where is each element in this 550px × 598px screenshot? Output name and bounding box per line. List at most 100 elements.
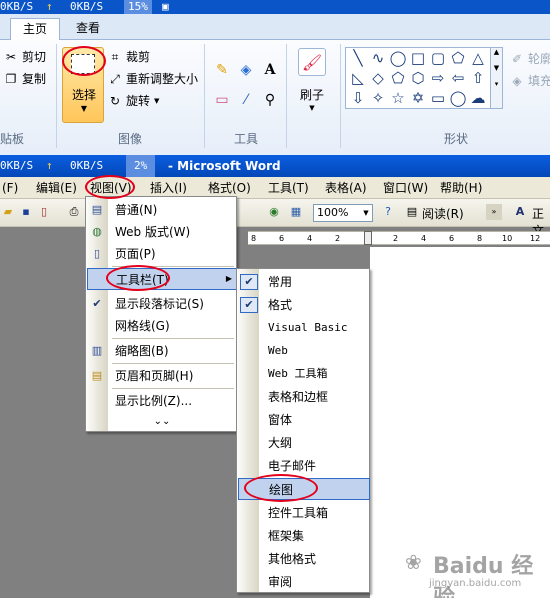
resize-button[interactable]: ⤢ 重新调整大小 bbox=[108, 70, 198, 87]
save-icon[interactable]: ▪ bbox=[18, 204, 34, 220]
submenu-item-control-toolbox[interactable]: 控件工具箱 bbox=[238, 502, 370, 524]
menu-format[interactable]: 格式(O) bbox=[206, 180, 253, 196]
fill-button[interactable]: ◈ 填充 bbox=[510, 72, 550, 89]
ruler-tick: 4 bbox=[421, 234, 427, 243]
down-arrow-shape-icon[interactable]: ⇩ bbox=[348, 88, 368, 108]
document-page[interactable] bbox=[370, 247, 550, 598]
text-tool-icon[interactable]: A bbox=[260, 60, 280, 80]
submenu-item-reviewing[interactable]: 审阅 bbox=[238, 571, 370, 593]
line-shape-icon[interactable]: ╲ bbox=[348, 48, 368, 68]
five-point-star-shape-icon[interactable]: ☆ bbox=[388, 88, 408, 108]
submenu-item-web[interactable]: Web bbox=[238, 340, 370, 362]
oval-shape-icon[interactable]: ◯ bbox=[388, 48, 408, 68]
six-point-star-shape-icon[interactable]: ✡ bbox=[408, 88, 428, 108]
submenu-item-other-formatting[interactable]: 其他格式 bbox=[238, 548, 370, 570]
rectangle-shape-icon[interactable]: □ bbox=[408, 48, 428, 68]
left-arrow-shape-icon[interactable]: ⇦ bbox=[448, 68, 468, 88]
submenu-item-visual-basic[interactable]: Visual Basic bbox=[238, 317, 370, 339]
polygon-shape-icon[interactable]: ⬠ bbox=[448, 48, 468, 68]
menu-item-show-paragraph-marks[interactable]: ✔ 显示段落标记(S) bbox=[87, 293, 237, 315]
horizontal-ruler[interactable]: 8 6 4 2 2 4 6 8 10 12 bbox=[248, 231, 550, 245]
menu-item-gridlines[interactable]: 网格线(G) bbox=[87, 315, 237, 337]
callout-shape-icon[interactable]: ▭ bbox=[428, 88, 448, 108]
menu-table[interactable]: 表格(A) bbox=[323, 180, 369, 196]
toolbar-options-icon[interactable]: » bbox=[486, 204, 502, 220]
hyperlink-icon[interactable]: ◉ bbox=[266, 204, 282, 220]
tab-home[interactable]: 主页 bbox=[10, 18, 61, 40]
menu-item-label: 窗体 bbox=[268, 413, 293, 427]
diamond-shape-icon[interactable]: ◇ bbox=[368, 68, 388, 88]
right-arrow-shape-icon[interactable]: ⇨ bbox=[428, 68, 448, 88]
hexagon-shape-icon[interactable]: ⬡ bbox=[408, 68, 428, 88]
submenu-item-outline[interactable]: 大纲 bbox=[238, 432, 370, 454]
submenu-item-standard[interactable]: ✔ 常用 bbox=[238, 271, 370, 293]
submenu-item-forms[interactable]: 窗体 bbox=[238, 409, 370, 431]
cut-label: 剪切 bbox=[22, 50, 47, 64]
cloud-callout-shape-icon[interactable]: ☁ bbox=[468, 88, 488, 108]
menu-item-web-layout[interactable]: ◍ Web 版式(W) bbox=[87, 221, 237, 243]
ruler-tick: 8 bbox=[251, 234, 257, 243]
right-triangle-shape-icon[interactable]: ◺ bbox=[348, 68, 368, 88]
shapes-scrollbar[interactable]: ▲ ▼ ▾ bbox=[490, 48, 502, 108]
submenu-item-email[interactable]: 电子邮件 bbox=[238, 455, 370, 477]
rotate-icon: ↻ bbox=[109, 93, 121, 108]
styles-icon[interactable]: A bbox=[512, 204, 528, 220]
eraser-icon[interactable]: ▭ bbox=[212, 90, 232, 110]
menu-item-toolbars[interactable]: 工具栏(T) ▶ bbox=[87, 268, 237, 290]
copy-button[interactable]: ❐ 复制 bbox=[4, 70, 46, 87]
table-icon[interactable]: ▦ bbox=[288, 204, 304, 220]
open-folder-icon[interactable]: ▰ bbox=[0, 204, 16, 220]
menu-file[interactable]: (F) bbox=[0, 180, 20, 196]
four-point-star-shape-icon[interactable]: ✧ bbox=[368, 88, 388, 108]
oval-callout-shape-icon[interactable]: ◯ bbox=[448, 88, 468, 108]
pentagon-shape-icon[interactable]: ⬠ bbox=[388, 68, 408, 88]
menu-item-label: 其他格式 bbox=[268, 552, 317, 566]
rotate-button[interactable]: ↻ 旋转 ▼ bbox=[108, 92, 159, 109]
crop-button[interactable]: ⌗ 裁剪 bbox=[108, 48, 150, 65]
submenu-item-frames[interactable]: 框架集 bbox=[238, 525, 370, 547]
magnifier-icon[interactable]: ⚲ bbox=[260, 90, 280, 110]
menu-item-page-layout[interactable]: ▯ 页面(P) bbox=[87, 243, 237, 265]
submenu-item-formatting[interactable]: ✔ 格式 bbox=[238, 294, 370, 316]
select-button[interactable]: 选择 ▼ bbox=[62, 47, 104, 123]
shapes-gallery[interactable]: ╲ ∿ ◯ □ ▢ ⬠ △ ◺ ◇ ⬠ ⬡ ⇨ ⇦ ⇧ ⇩ ✧ ☆ ✡ ▭ ◯ … bbox=[345, 47, 503, 109]
read-button[interactable]: 阅读(R) bbox=[422, 205, 464, 222]
menu-view[interactable]: 视图(V) bbox=[88, 180, 134, 196]
outline-button[interactable]: ✐ 轮廓 bbox=[510, 50, 550, 67]
zoom-dropdown[interactable]: 100% ▼ bbox=[313, 204, 373, 222]
menu-item-label: Web 工具箱 bbox=[268, 367, 328, 380]
fill-bucket-icon[interactable]: ◈ bbox=[236, 60, 256, 80]
menu-expand[interactable]: ⌄⌄ bbox=[87, 411, 237, 433]
triangle-shape-icon[interactable]: △ bbox=[468, 48, 488, 68]
menu-insert[interactable]: 插入(I) bbox=[148, 180, 189, 196]
paint-ribbon: ✂ 剪切 ❐ 复制 贴板 选择 ▼ ⌗ 裁剪 ⤢ 重新调整大小 ↻ 旋转 ▼ 图… bbox=[0, 40, 550, 155]
permission-icon[interactable]: ▯ bbox=[36, 204, 52, 220]
curve-shape-icon[interactable]: ∿ bbox=[368, 48, 388, 68]
menu-edit[interactable]: 编辑(E) bbox=[34, 180, 79, 196]
submenu-item-drawing[interactable]: 绘图 bbox=[238, 478, 370, 500]
menu-help[interactable]: 帮助(H) bbox=[438, 180, 484, 196]
print-icon[interactable]: ⎙ bbox=[66, 204, 82, 220]
menu-item-header-footer[interactable]: ▤ 页眉和页脚(H) bbox=[87, 365, 237, 387]
submenu-item-web-tools[interactable]: Web 工具箱 bbox=[238, 363, 370, 385]
rounded-rect-shape-icon[interactable]: ▢ bbox=[428, 48, 448, 68]
word-title-bar: 0KB/S ↑ 0KB/S 2% - Microsoft Word bbox=[0, 155, 550, 177]
tab-view[interactable]: 查看 bbox=[64, 18, 112, 40]
paint-app-icon: ▣ bbox=[162, 0, 169, 13]
cut-button[interactable]: ✂ 剪切 bbox=[4, 48, 46, 65]
menu-item-thumbnails[interactable]: ▥ 缩略图(B) bbox=[87, 340, 237, 362]
crop-icon: ⌗ bbox=[111, 49, 119, 64]
indent-marker[interactable] bbox=[364, 231, 372, 245]
help-icon[interactable]: ? bbox=[380, 204, 396, 220]
pencil-icon[interactable]: ✎ bbox=[212, 60, 232, 80]
menu-tools[interactable]: 工具(T) bbox=[266, 180, 311, 196]
color-picker-icon[interactable]: ⁄ bbox=[236, 90, 256, 110]
menu-item-zoom[interactable]: 显示比例(Z)... bbox=[87, 390, 237, 412]
up-arrow-shape-icon[interactable]: ⇧ bbox=[468, 68, 488, 88]
menu-item-normal[interactable]: ▤ 普通(N) bbox=[87, 199, 237, 221]
ruler-tick: 10 bbox=[502, 234, 513, 243]
brush-button[interactable]: 🖌 刷子 ▼ bbox=[290, 46, 334, 126]
menu-window[interactable]: 窗口(W) bbox=[381, 180, 430, 196]
submenu-item-tables-borders[interactable]: 表格和边框 bbox=[238, 386, 370, 408]
menu-separator bbox=[112, 338, 234, 339]
